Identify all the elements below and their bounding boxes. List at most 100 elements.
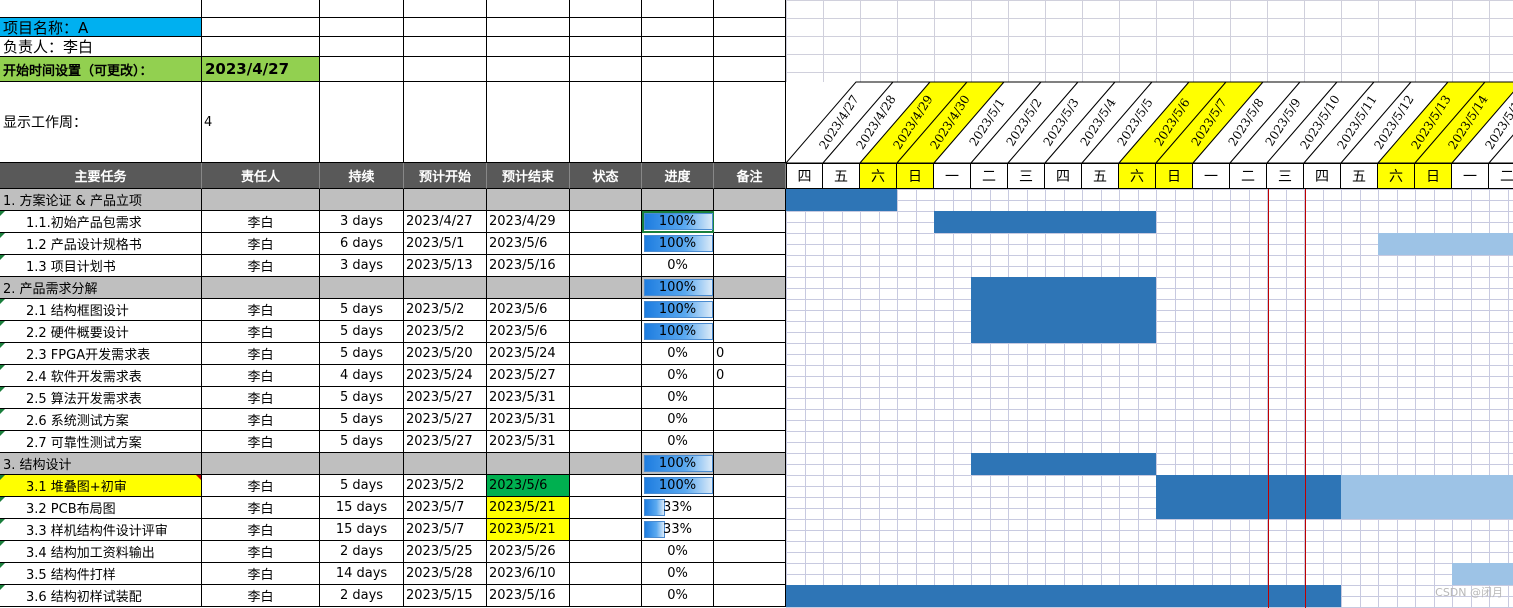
- task-name[interactable]: 2.2 硬件概要设计: [0, 321, 202, 343]
- gantt-bar[interactable]: [786, 189, 897, 211]
- task-name[interactable]: 3.4 结构加工资料输出: [0, 541, 202, 563]
- task-owner[interactable]: 李白: [202, 321, 320, 343]
- task-status[interactable]: [570, 519, 642, 541]
- task-note[interactable]: [714, 431, 786, 453]
- task-note[interactable]: [714, 563, 786, 585]
- task-duration[interactable]: 15 days: [320, 497, 404, 519]
- task-status[interactable]: [570, 387, 642, 409]
- task-status[interactable]: [570, 409, 642, 431]
- task-duration[interactable]: 14 days: [320, 563, 404, 585]
- gantt-bar[interactable]: [971, 453, 1156, 475]
- task-start[interactable]: 2023/5/2: [404, 299, 487, 321]
- task-owner[interactable]: [202, 453, 320, 475]
- task-status[interactable]: [570, 475, 642, 497]
- task-duration[interactable]: [320, 189, 404, 211]
- task-progress[interactable]: 0%: [642, 409, 714, 431]
- task-progress[interactable]: 0%: [642, 431, 714, 453]
- task-end[interactable]: 2023/6/10: [487, 563, 570, 585]
- task-status[interactable]: [570, 497, 642, 519]
- task-duration[interactable]: 5 days: [320, 387, 404, 409]
- gantt-bar[interactable]: [786, 585, 1341, 607]
- task-end[interactable]: 2023/5/16: [487, 585, 570, 607]
- task-note[interactable]: [714, 299, 786, 321]
- task-start[interactable]: 2023/5/20: [404, 343, 487, 365]
- task-end[interactable]: [487, 277, 570, 299]
- task-progress[interactable]: 100%: [642, 211, 714, 233]
- task-note[interactable]: [714, 233, 786, 255]
- task-status[interactable]: [570, 299, 642, 321]
- task-start[interactable]: 2023/5/25: [404, 541, 487, 563]
- gantt-bar[interactable]: [971, 277, 1156, 299]
- task-progress[interactable]: 0%: [642, 387, 714, 409]
- task-start[interactable]: 2023/5/24: [404, 365, 487, 387]
- task-end[interactable]: 2023/5/31: [487, 431, 570, 453]
- task-status[interactable]: [570, 453, 642, 475]
- task-start[interactable]: 2023/5/7: [404, 497, 487, 519]
- task-note[interactable]: [714, 475, 786, 497]
- task-owner[interactable]: 李白: [202, 563, 320, 585]
- task-start[interactable]: 2023/5/2: [404, 321, 487, 343]
- task-progress[interactable]: 33%: [642, 519, 714, 541]
- task-progress[interactable]: 100%: [642, 233, 714, 255]
- task-end[interactable]: 2023/5/24: [487, 343, 570, 365]
- task-start[interactable]: 2023/5/1: [404, 233, 487, 255]
- task-progress[interactable]: 0%: [642, 365, 714, 387]
- task-owner[interactable]: 李白: [202, 365, 320, 387]
- gantt-bar[interactable]: [1378, 233, 1513, 255]
- task-name[interactable]: 2.5 算法开发需求表: [0, 387, 202, 409]
- task-end[interactable]: 2023/5/31: [487, 387, 570, 409]
- task-start[interactable]: 2023/5/15: [404, 585, 487, 607]
- task-status[interactable]: [570, 277, 642, 299]
- task-start[interactable]: 2023/5/27: [404, 409, 487, 431]
- task-progress[interactable]: 100%: [642, 453, 714, 475]
- task-name[interactable]: 2.6 系统测试方案: [0, 409, 202, 431]
- task-note[interactable]: [714, 321, 786, 343]
- task-duration[interactable]: 3 days: [320, 211, 404, 233]
- task-note[interactable]: [714, 211, 786, 233]
- task-end[interactable]: 2023/5/21: [487, 497, 570, 519]
- task-note[interactable]: [714, 387, 786, 409]
- task-progress[interactable]: 100%: [642, 277, 714, 299]
- task-status[interactable]: [570, 365, 642, 387]
- task-note[interactable]: [714, 541, 786, 563]
- task-end[interactable]: 2023/5/6: [487, 321, 570, 343]
- task-name[interactable]: 1.1.初始产品包需求: [0, 211, 202, 233]
- task-status[interactable]: [570, 211, 642, 233]
- task-owner[interactable]: [202, 277, 320, 299]
- task-name[interactable]: 2.1 结构框图设计: [0, 299, 202, 321]
- gantt-bar[interactable]: [971, 321, 1156, 343]
- task-end[interactable]: 2023/5/27: [487, 365, 570, 387]
- task-start[interactable]: 2023/4/27: [404, 211, 487, 233]
- task-name[interactable]: 3.6 结构初样试装配: [0, 585, 202, 607]
- task-duration[interactable]: 3 days: [320, 255, 404, 277]
- task-duration[interactable]: 4 days: [320, 365, 404, 387]
- task-end[interactable]: [487, 453, 570, 475]
- task-duration[interactable]: [320, 277, 404, 299]
- task-duration[interactable]: 6 days: [320, 233, 404, 255]
- task-name[interactable]: 1.2 产品设计规格书: [0, 233, 202, 255]
- task-duration[interactable]: 5 days: [320, 431, 404, 453]
- gantt-bar[interactable]: [1341, 475, 1513, 497]
- task-end[interactable]: 2023/5/21: [487, 519, 570, 541]
- task-progress[interactable]: 0%: [642, 343, 714, 365]
- task-duration[interactable]: 2 days: [320, 585, 404, 607]
- task-note[interactable]: [714, 255, 786, 277]
- task-start[interactable]: 2023/5/28: [404, 563, 487, 585]
- gantt-bar[interactable]: [1156, 475, 1341, 497]
- task-owner[interactable]: 李白: [202, 233, 320, 255]
- task-note[interactable]: [714, 497, 786, 519]
- task-progress[interactable]: 100%: [642, 299, 714, 321]
- task-status[interactable]: [570, 343, 642, 365]
- task-status[interactable]: [570, 255, 642, 277]
- task-owner[interactable]: 李白: [202, 519, 320, 541]
- task-name[interactable]: 2.3 FPGA开发需求表: [0, 343, 202, 365]
- task-name[interactable]: 3.1 堆叠图+初审: [0, 475, 202, 497]
- task-note[interactable]: [714, 409, 786, 431]
- task-note[interactable]: [714, 277, 786, 299]
- task-end[interactable]: 2023/5/6: [487, 299, 570, 321]
- task-status[interactable]: [570, 585, 642, 607]
- task-progress[interactable]: 0%: [642, 563, 714, 585]
- task-end[interactable]: 2023/5/31: [487, 409, 570, 431]
- task-duration[interactable]: 5 days: [320, 409, 404, 431]
- task-end[interactable]: 2023/4/29: [487, 211, 570, 233]
